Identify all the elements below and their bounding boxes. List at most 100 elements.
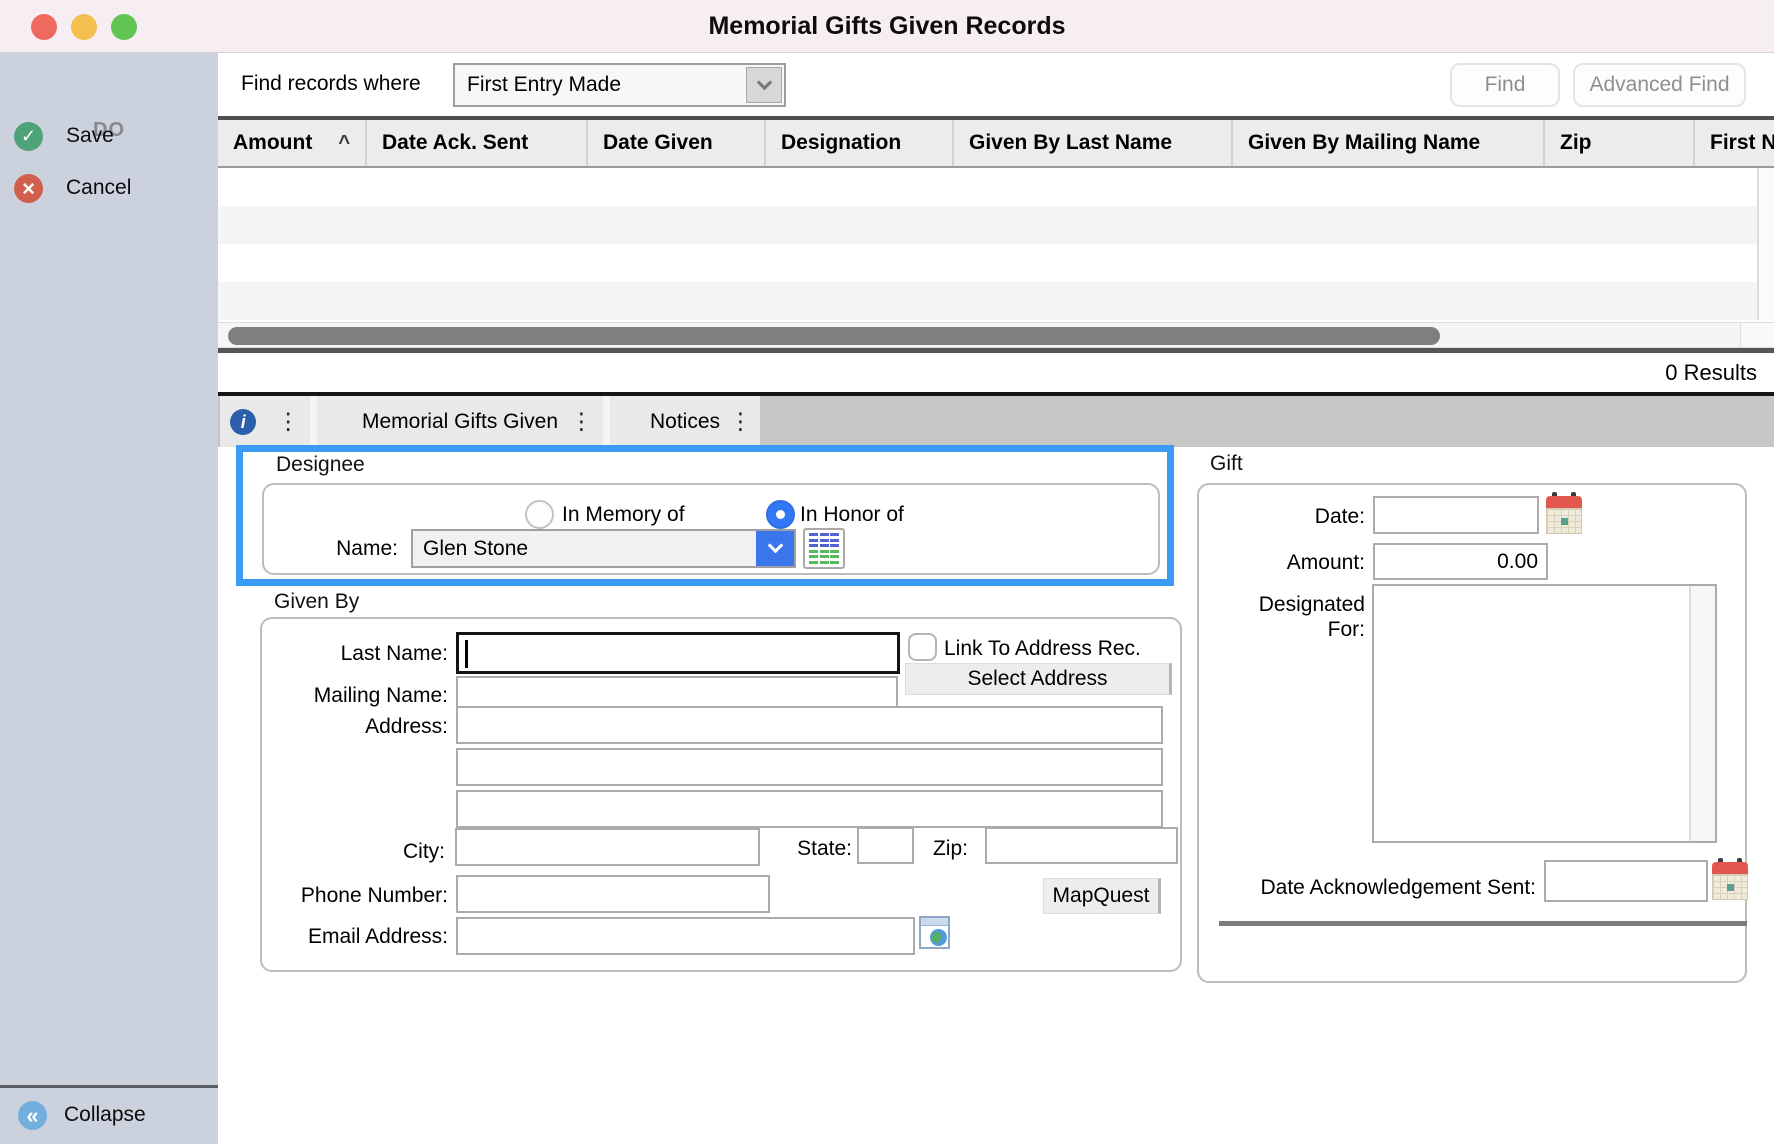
city-field[interactable]: [455, 828, 760, 866]
find-records-where-label: Find records where: [241, 72, 421, 96]
phone-number-label: Phone Number:: [228, 884, 448, 908]
address-line1-field[interactable]: [456, 706, 1163, 744]
city-label: City:: [245, 840, 445, 864]
gift-amount-label: Amount:: [1245, 551, 1365, 575]
check-icon: ✓: [14, 122, 43, 151]
table-vertical-scrollbar[interactable]: [1757, 168, 1774, 320]
sidebar-item-save[interactable]: ✓ Save: [0, 122, 218, 162]
sort-ascending-icon: ^: [338, 132, 350, 154]
chevron-down-icon[interactable]: [746, 67, 782, 103]
email-address-field[interactable]: [456, 917, 915, 955]
tab-label: Notices: [650, 410, 720, 434]
address-label: Address:: [248, 715, 448, 739]
column-header-date-given[interactable]: Date Given: [586, 120, 764, 168]
given-by-section-label: Given By: [270, 590, 363, 614]
calendar-icon[interactable]: [1712, 858, 1748, 900]
table-body: [218, 168, 1757, 320]
column-header-date-ack-sent[interactable]: Date Ack. Sent: [365, 120, 586, 168]
in-honor-of-radio[interactable]: [766, 500, 795, 529]
select-address-button[interactable]: Select Address: [905, 663, 1172, 695]
app-window: Memorial Gifts Given Records DO ✓ Save ×…: [0, 0, 1774, 1144]
tab-notices[interactable]: Notices ⋮: [610, 396, 760, 447]
in-memory-of-label[interactable]: In Memory of: [562, 503, 685, 527]
designee-name-combobox[interactable]: Glen Stone: [411, 529, 796, 568]
horizontal-scrollbar-thumb[interactable]: [228, 327, 1440, 345]
name-label: Name:: [298, 537, 398, 561]
results-count: 0 Results: [218, 360, 1757, 386]
last-name-label: Last Name:: [248, 642, 448, 666]
gift-section-label: Gift: [1206, 452, 1247, 476]
table-horizontal-scrollbar[interactable]: [218, 322, 1774, 348]
double-chevron-left-icon: «: [18, 1101, 47, 1130]
find-field-dropdown[interactable]: First Entry Made: [453, 63, 786, 107]
gift-amount-field[interactable]: 0.00: [1373, 543, 1548, 580]
column-header-given-by-mailing-name[interactable]: Given By Mailing Name: [1231, 120, 1543, 168]
table-bottom-border: [218, 348, 1774, 353]
designated-for-textarea[interactable]: [1372, 584, 1717, 843]
designee-name-value: Glen Stone: [413, 531, 756, 566]
save-button-label: Save: [66, 124, 114, 148]
link-to-address-label[interactable]: Link To Address Rec.: [944, 637, 1141, 661]
web-browser-globe-icon[interactable]: [919, 916, 950, 949]
email-address-label: Email Address:: [228, 925, 448, 949]
tab-info[interactable]: i ⋮: [220, 396, 310, 447]
mapquest-button[interactable]: MapQuest: [1043, 878, 1161, 914]
column-header-zip[interactable]: Zip: [1543, 120, 1693, 168]
textarea-scrollbar[interactable]: [1689, 586, 1715, 841]
table-row: [218, 206, 1757, 244]
collapse-button[interactable]: « Collapse: [0, 1101, 218, 1141]
tab-gap: [603, 396, 610, 447]
calendar-icon[interactable]: [1546, 492, 1582, 534]
in-memory-of-radio[interactable]: [525, 500, 554, 529]
tab-bar: i ⋮ Memorial Gifts Given ⋮ Notices ⋮: [218, 396, 1774, 447]
window-title: Memorial Gifts Given Records: [0, 12, 1774, 41]
vertical-dots-icon[interactable]: ⋮: [277, 396, 300, 447]
scrollbar-corner: [1740, 323, 1774, 347]
sidebar-divider: [0, 1085, 218, 1088]
table-row: [218, 168, 1757, 206]
value-list-icon[interactable]: [803, 528, 845, 569]
address-line3-field[interactable]: [456, 790, 1163, 828]
find-button[interactable]: Find: [1450, 63, 1560, 107]
cancel-button-label: Cancel: [66, 176, 131, 200]
vertical-dots-icon[interactable]: ⋮: [729, 396, 752, 447]
info-icon[interactable]: i: [230, 409, 256, 435]
designee-section-label: Designee: [272, 453, 369, 477]
title-bar: Memorial Gifts Given Records: [0, 0, 1774, 53]
text-cursor: [465, 640, 468, 668]
last-name-field[interactable]: [456, 632, 900, 674]
find-field-dropdown-value: First Entry Made: [455, 73, 746, 97]
vertical-dots-icon[interactable]: ⋮: [570, 396, 593, 447]
column-header-designation[interactable]: Designation: [764, 120, 952, 168]
advanced-find-button[interactable]: Advanced Find: [1573, 63, 1746, 107]
table-row: [218, 244, 1757, 282]
sidebar-item-cancel[interactable]: × Cancel: [0, 174, 218, 214]
gift-date-label: Date:: [1265, 505, 1365, 529]
table-row: [218, 282, 1757, 320]
column-header-given-by-last-name[interactable]: Given By Last Name: [952, 120, 1231, 168]
state-field[interactable]: [857, 827, 914, 864]
x-icon: ×: [14, 174, 43, 203]
date-acknowledgement-sent-field[interactable]: [1544, 860, 1708, 902]
column-header-amount[interactable]: Amount^: [218, 120, 365, 168]
collapse-button-label: Collapse: [64, 1103, 146, 1127]
in-honor-of-label[interactable]: In Honor of: [800, 503, 904, 527]
gift-date-field[interactable]: [1373, 496, 1539, 534]
tab-label: Memorial Gifts Given: [362, 410, 558, 434]
address-line2-field[interactable]: [456, 748, 1163, 786]
chevron-down-icon[interactable]: [756, 531, 794, 566]
tab-gap: [310, 396, 317, 447]
column-header-first-n[interactable]: First N: [1693, 120, 1774, 168]
zip-field[interactable]: [985, 827, 1178, 864]
zip-label: Zip:: [908, 837, 968, 861]
mailing-name-label: Mailing Name:: [248, 684, 448, 708]
sidebar: DO ✓ Save × Cancel « Collapse: [0, 53, 218, 1144]
table-header-row: Amount^Date Ack. SentDate GivenDesignati…: [218, 120, 1774, 168]
phone-number-field[interactable]: [456, 875, 770, 913]
date-acknowledgement-sent-label: Date Acknowledgement Sent:: [1226, 876, 1536, 900]
designated-for-label: Designated For:: [1235, 592, 1365, 642]
link-to-address-checkbox[interactable]: [908, 633, 937, 661]
gift-divider-line: [1219, 921, 1747, 926]
tab-memorial-gifts-given[interactable]: Memorial Gifts Given ⋮: [317, 396, 603, 447]
state-label: State:: [780, 837, 852, 861]
